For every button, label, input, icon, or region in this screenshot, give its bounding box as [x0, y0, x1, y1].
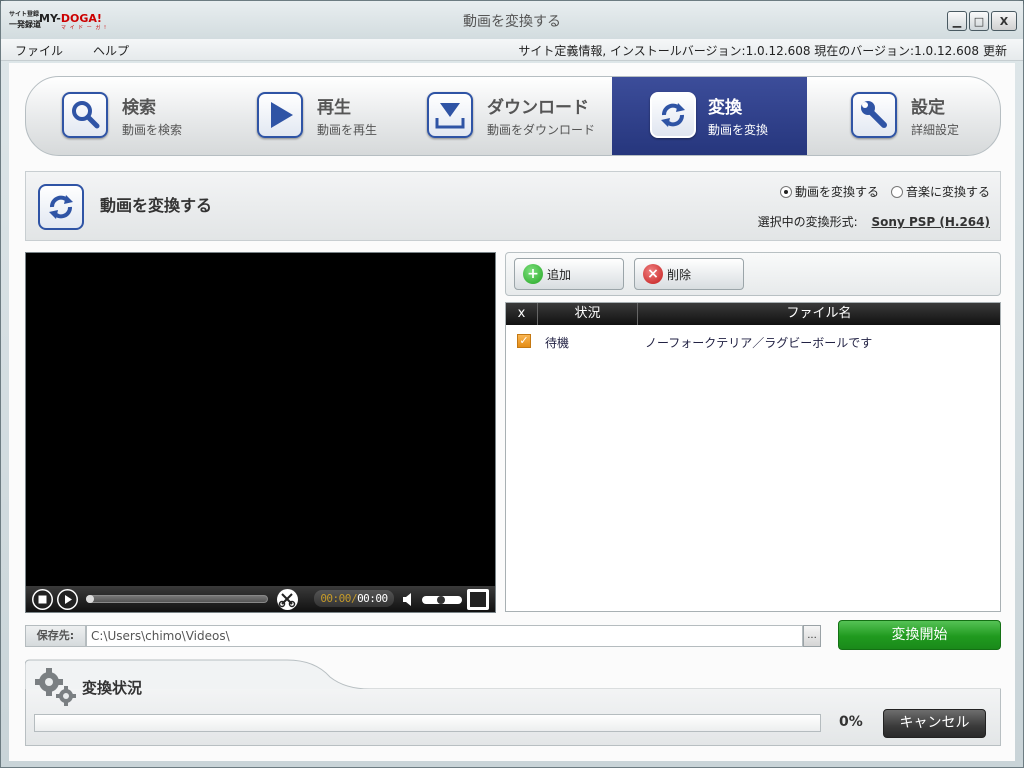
nav-sub-convert: 動画を変換	[708, 123, 769, 137]
row-filename: ノーフォークテリア／ラグビーボールです	[645, 336, 873, 350]
nav-label-settings: 設定	[911, 98, 945, 118]
close-button[interactable]: X	[991, 11, 1017, 31]
download-icon	[427, 92, 473, 138]
add-label: 追加	[547, 267, 572, 282]
delete-icon: ×	[643, 264, 663, 284]
nav-label-download: ダウンロード	[487, 98, 589, 118]
window-controls: ▁ □ X	[947, 11, 1017, 31]
video-preview[interactable]: 00:00/00:00	[25, 252, 496, 613]
nav-sub-search: 動画を検索	[122, 123, 183, 137]
play-button[interactable]	[57, 589, 78, 610]
radio-label: 動画を変換する	[794, 185, 879, 199]
radio-label: 音楽に変換する	[905, 185, 990, 199]
play-icon	[58, 590, 77, 609]
wrench-icon	[851, 92, 897, 138]
delete-button[interactable]: × 削除	[634, 258, 744, 290]
volume-slider[interactable]	[422, 596, 462, 604]
nav-sub-settings: 詳細設定	[911, 123, 960, 137]
nav-label-search: 検索	[122, 98, 156, 118]
convert-icon	[38, 184, 84, 230]
version-info: サイト定義情報, インストールバージョン:1.0.12.608 現在のバージョン…	[518, 44, 979, 58]
nav-sub-download: 動画をダウンロード	[487, 123, 596, 137]
radio-indicator	[779, 185, 792, 198]
browse-button[interactable]: ...	[803, 625, 821, 647]
time-display: 00:00/00:00	[314, 590, 394, 607]
search-icon	[62, 92, 108, 138]
cut-button[interactable]	[277, 589, 298, 610]
app-window: サイト登録 一発録道 MY-DOGA! マ イ ド ー ガ ! 動画を変換する …	[0, 0, 1024, 768]
radio-indicator	[890, 185, 903, 198]
format-link[interactable]: Sony PSP (H.264)	[872, 215, 990, 229]
file-list-header: x 状況 ファイル名	[506, 303, 1000, 325]
player-controls: 00:00/00:00	[26, 586, 495, 612]
nav-item-settings[interactable]: 設定 詳細設定	[807, 77, 1000, 155]
file-list: x 状況 ファイル名 ✓ 待機 ノーフォークテリア／ラグビーボールです	[505, 302, 1001, 612]
maximize-button[interactable]: □	[969, 11, 989, 31]
stop-icon	[33, 590, 52, 609]
progress-bar	[34, 714, 821, 732]
column-header-check[interactable]: x	[506, 303, 538, 325]
add-button[interactable]: + 追加	[514, 258, 624, 290]
convert-icon	[650, 92, 696, 138]
start-convert-button[interactable]: 変換開始	[838, 620, 1001, 650]
gear-icon	[35, 668, 76, 706]
progress-percent: 0%	[839, 714, 863, 730]
save-path-label: 保存先:	[25, 625, 86, 647]
seek-slider[interactable]	[86, 595, 268, 603]
menu-help[interactable]: ヘルプ	[93, 42, 129, 59]
progress-title: 変換状況	[82, 679, 143, 697]
nav-item-play[interactable]: 再生 動画を再生	[245, 77, 415, 155]
nav-label-convert: 変換	[708, 98, 742, 118]
nav-item-convert[interactable]: 変換 動画を変換	[612, 77, 807, 155]
window-title: 動画を変換する	[463, 14, 561, 30]
menu-bar: ファイル ヘルプ サイト定義情報, インストールバージョン:1.0.12.608…	[1, 39, 1023, 61]
radio-convert-audio[interactable]: 音楽に変換する	[890, 183, 990, 200]
table-row[interactable]: ✓ 待機 ノーフォークテリア／ラグビーボールです	[506, 331, 1000, 351]
nav-item-download[interactable]: ダウンロード 動画をダウンロード	[415, 77, 611, 155]
row-status: 待機	[545, 336, 570, 350]
nav-sub-play: 動画を再生	[317, 123, 378, 137]
save-path-input[interactable]: C:\Users\chimo\Videos\	[86, 625, 803, 647]
fullscreen-button[interactable]	[467, 589, 489, 610]
time-total: 00:00	[357, 592, 388, 605]
play-icon	[257, 92, 303, 138]
column-header-status[interactable]: 状況	[538, 303, 638, 325]
main-nav: 検索 動画を検索 再生 動画を再生 ダウンロード 動画をダウンロード 変換 動画…	[25, 76, 1001, 156]
update-link[interactable]: 更新	[983, 42, 1007, 59]
volume-icon[interactable]	[402, 593, 416, 606]
title-bar[interactable]: サイト登録 一発録道 MY-DOGA! マ イ ド ー ガ ! 動画を変換する …	[1, 1, 1023, 39]
row-checkbox[interactable]: ✓	[517, 334, 531, 348]
radio-convert-video[interactable]: 動画を変換する	[779, 183, 879, 200]
format-label: 選択中の変換形式:	[757, 215, 858, 229]
plus-icon: +	[523, 264, 543, 284]
scissors-icon	[277, 589, 298, 610]
section-header: 動画を変換する 動画を変換する 音楽に変換する 選択中の変換形式: Sony P…	[25, 171, 1001, 241]
menu-file[interactable]: ファイル	[15, 42, 63, 59]
page-title: 動画を変換する	[100, 196, 213, 215]
minimize-button[interactable]: ▁	[947, 11, 967, 31]
cancel-button[interactable]: キャンセル	[883, 709, 986, 738]
nav-label-play: 再生	[317, 98, 351, 118]
convert-mode-group: 動画を変換する 音楽に変換する	[779, 183, 990, 200]
column-header-filename[interactable]: ファイル名	[638, 303, 1000, 325]
stop-button[interactable]	[32, 589, 53, 610]
time-current: 00:00	[320, 592, 351, 605]
format-row: 選択中の変換形式: Sony PSP (H.264)	[758, 213, 990, 230]
file-toolbar: + 追加 × 削除	[505, 252, 1001, 296]
nav-item-search[interactable]: 検索 動画を検索	[50, 77, 245, 155]
delete-label: 削除	[667, 267, 692, 282]
